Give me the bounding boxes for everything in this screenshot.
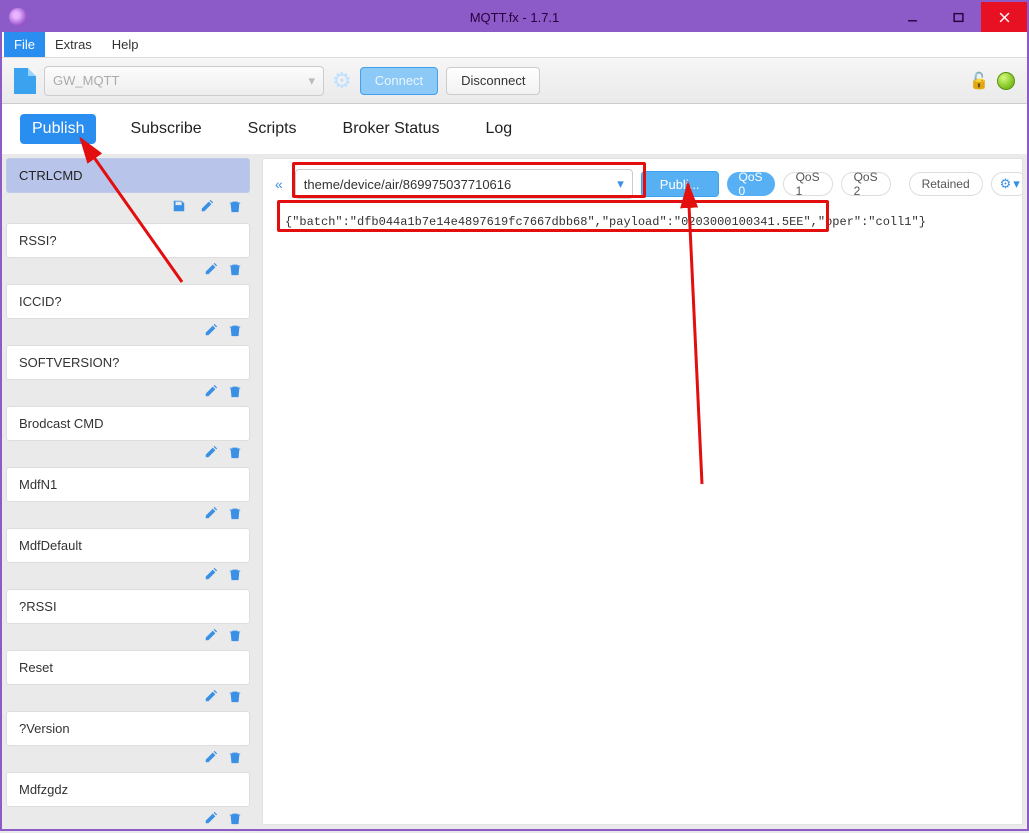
disconnect-button[interactable]: Disconnect [446, 67, 540, 95]
delete-icon[interactable] [228, 689, 242, 703]
sidebar-item[interactable]: Brodcast CMD [6, 406, 250, 441]
chevron-down-icon: ▾ [308, 73, 315, 89]
sidebar-item[interactable]: Reset [6, 650, 250, 685]
qos-2[interactable]: QoS 2 [841, 172, 891, 196]
connection-status-led [997, 72, 1015, 90]
profile-file-icon [14, 68, 36, 94]
delete-icon[interactable] [228, 199, 242, 213]
tab-subscribe[interactable]: Subscribe [118, 114, 213, 144]
delete-icon[interactable] [228, 811, 242, 825]
retained-toggle[interactable]: Retained [909, 172, 983, 196]
menu-help[interactable]: Help [102, 32, 149, 57]
payload-editor[interactable]: {"batch":"dfb044a1b7e14e4897619fc7667dbb… [275, 207, 1010, 237]
sidebar-item[interactable]: ICCID? [6, 284, 250, 319]
sidebar-item-label: MdfDefault [19, 538, 82, 553]
close-button[interactable] [981, 2, 1027, 32]
edit-icon[interactable] [204, 567, 218, 581]
menu-extras[interactable]: Extras [45, 32, 102, 57]
delete-icon[interactable] [228, 323, 242, 337]
topic-input[interactable] [296, 177, 609, 192]
sidebar-group-label: CTRLCMD [19, 168, 83, 183]
edit-icon[interactable] [204, 506, 218, 520]
sidebar-item-label: Mdfzgdz [19, 782, 68, 797]
sidebar-item[interactable]: ?RSSI [6, 589, 250, 624]
profile-select-value: GW_MQTT [53, 73, 119, 88]
sidebar: CTRLCMD RSSI? ICCID? SOFTVERSION? Brodcast … [2, 154, 260, 829]
topic-combobox[interactable]: ▾ [295, 169, 633, 199]
sidebar-group-header[interactable]: CTRLCMD [6, 158, 250, 193]
lock-icon: 🔓 [969, 71, 989, 91]
tab-scripts[interactable]: Scripts [236, 114, 309, 144]
maximize-button[interactable] [935, 2, 981, 32]
tab-publish[interactable]: Publish [20, 114, 96, 144]
sidebar-item-label: ICCID? [19, 294, 62, 309]
chevron-down-icon: ▾ [1013, 176, 1020, 192]
qos-0[interactable]: QoS 0 [727, 172, 775, 196]
edit-icon[interactable] [204, 811, 218, 825]
sidebar-item[interactable]: Mdfzgdz [6, 772, 250, 807]
edit-icon[interactable] [204, 445, 218, 459]
delete-icon[interactable] [228, 628, 242, 642]
sidebar-item-label: MdfN1 [19, 477, 57, 492]
sidebar-item-label: ?RSSI [19, 599, 57, 614]
edit-icon[interactable] [204, 262, 218, 276]
sidebar-item-label: ?Version [19, 721, 70, 736]
sidebar-item[interactable]: RSSI? [6, 223, 250, 258]
edit-icon[interactable] [204, 323, 218, 337]
tab-broker-status[interactable]: Broker Status [331, 114, 452, 144]
expand-sidebar-icon[interactable]: « [271, 176, 287, 192]
sidebar-item[interactable]: ?Version [6, 711, 250, 746]
qos-1[interactable]: QoS 1 [783, 172, 833, 196]
minimize-button[interactable] [889, 2, 935, 32]
menu-file[interactable]: File [4, 32, 45, 57]
edit-icon[interactable] [200, 199, 214, 213]
tab-log[interactable]: Log [473, 114, 524, 144]
connection-toolbar: GW_MQTT ▾ ⚙ Connect Disconnect 🔓 [2, 58, 1027, 104]
sidebar-item[interactable]: MdfDefault [6, 528, 250, 563]
publish-panel: « ▾ Publi... QoS 0 QoS 1 QoS 2 Retained … [262, 158, 1023, 825]
chevron-down-icon[interactable]: ▾ [609, 176, 632, 192]
sidebar-item-label: Brodcast CMD [19, 416, 104, 431]
publish-settings-button[interactable]: ⚙▾ [991, 172, 1023, 196]
sidebar-item-label: RSSI? [19, 233, 57, 248]
edit-icon[interactable] [204, 689, 218, 703]
delete-icon[interactable] [228, 506, 242, 520]
edit-icon[interactable] [204, 384, 218, 398]
delete-icon[interactable] [228, 445, 242, 459]
delete-icon[interactable] [228, 750, 242, 764]
delete-icon[interactable] [228, 567, 242, 581]
sidebar-item-label: Reset [19, 660, 53, 675]
sidebar-item-label: SOFTVERSION? [19, 355, 119, 370]
edit-icon[interactable] [204, 750, 218, 764]
save-icon[interactable] [172, 199, 186, 213]
profile-select[interactable]: GW_MQTT ▾ [44, 66, 324, 96]
delete-icon[interactable] [228, 384, 242, 398]
sidebar-item[interactable]: MdfN1 [6, 467, 250, 502]
titlebar: MQTT.fx - 1.7.1 [2, 2, 1027, 32]
menubar: File Extras Help [2, 32, 1027, 58]
main-tabs: Publish Subscribe Scripts Broker Status … [2, 104, 1027, 154]
edit-icon[interactable] [204, 628, 218, 642]
profile-settings-icon[interactable]: ⚙ [332, 68, 352, 94]
app-icon [9, 8, 27, 26]
publish-button[interactable]: Publi... [641, 171, 719, 197]
sidebar-item[interactable]: SOFTVERSION? [6, 345, 250, 380]
delete-icon[interactable] [228, 262, 242, 276]
gears-icon: ⚙ [1000, 176, 1012, 192]
window-title: MQTT.fx - 1.7.1 [2, 10, 1027, 25]
connect-button[interactable]: Connect [360, 67, 438, 95]
